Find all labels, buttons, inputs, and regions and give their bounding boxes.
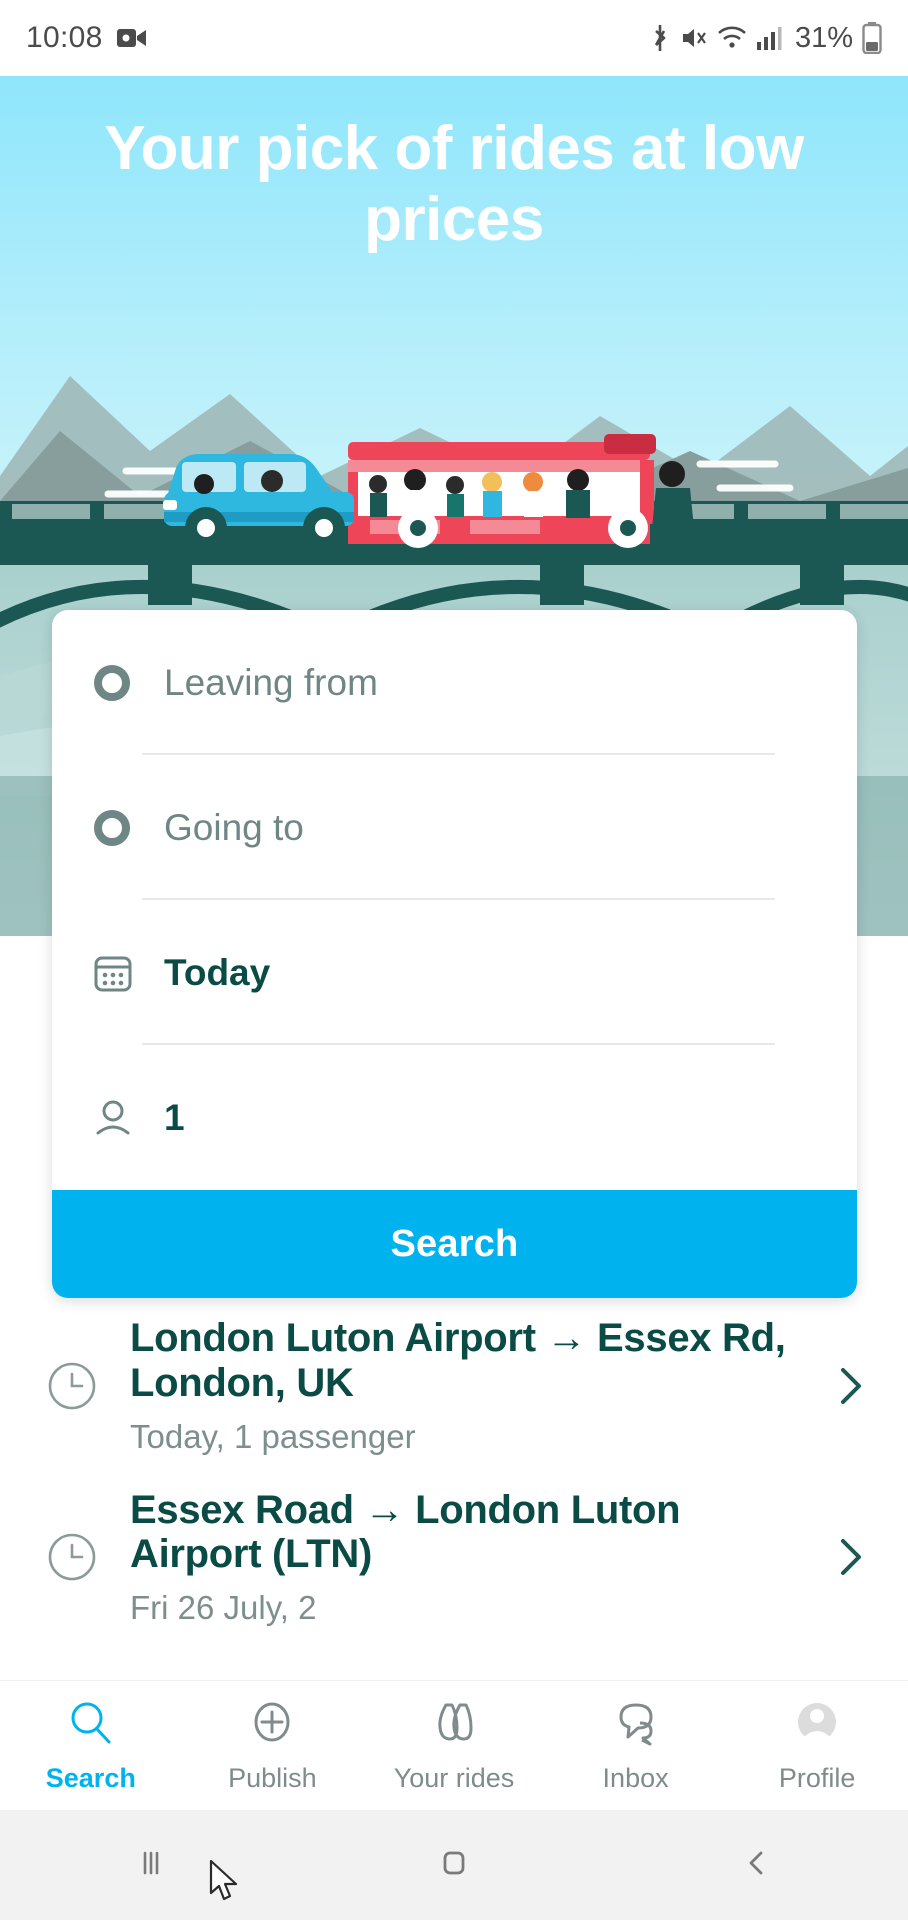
nav-item-inbox[interactable]: Inbox <box>545 1697 727 1794</box>
home-square-icon <box>434 1843 474 1888</box>
passengers-field[interactable]: 1 <box>52 1045 857 1190</box>
clock-icon <box>36 1359 108 1413</box>
list-item[interactable]: Essex Road → London Luton Airport (LTN) … <box>0 1472 908 1644</box>
recent-searches-list: London Luton Airport → Essex Rd, London,… <box>0 1300 908 1643</box>
calendar-icon <box>90 950 142 996</box>
nav-label: Publish <box>228 1763 317 1793</box>
circle-outline-icon <box>90 806 142 850</box>
battery-icon <box>862 22 882 54</box>
nav-item-profile[interactable]: Profile <box>726 1697 908 1794</box>
status-bar: 10:08 31% <box>0 0 908 76</box>
going-to-input[interactable]: Going to <box>164 807 304 849</box>
mute-icon <box>680 24 708 52</box>
person-icon <box>90 1095 142 1141</box>
plus-circle-icon <box>246 1697 298 1754</box>
back-chevron-icon <box>737 1843 777 1888</box>
rides-icon <box>426 1697 482 1754</box>
nav-label: Inbox <box>602 1763 669 1793</box>
going-to-field[interactable]: Going to <box>52 755 857 900</box>
battery-percent-label: 31% <box>794 21 853 54</box>
leaving-from-field[interactable]: Leaving from <box>52 610 857 755</box>
home-button[interactable] <box>303 1843 606 1888</box>
nav-item-search[interactable]: Search <box>0 1697 182 1794</box>
chevron-right-icon[interactable] <box>824 1362 878 1410</box>
nav-item-publish[interactable]: Publish <box>182 1697 364 1794</box>
search-button[interactable]: Search <box>52 1190 857 1298</box>
search-icon <box>65 1697 117 1754</box>
cellular-signal-icon <box>756 25 782 51</box>
circle-outline-icon <box>90 661 142 705</box>
nav-label: Profile <box>778 1763 856 1793</box>
video-recorder-icon <box>116 27 147 49</box>
bottom-navigation: Search Publish Your rides Inbox Profile <box>0 1680 908 1810</box>
app-screen: 10:08 31% Your pick of rides at low pric… <box>0 0 908 1920</box>
nav-item-your-rides[interactable]: Your rides <box>363 1697 545 1794</box>
chat-bubble-icon <box>610 1697 662 1754</box>
status-time: 10:08 <box>26 21 103 54</box>
date-value[interactable]: Today <box>164 952 270 994</box>
leaving-from-input[interactable]: Leaving from <box>164 662 378 704</box>
bluetooth-icon <box>649 23 671 53</box>
mouse-cursor <box>208 1859 242 1912</box>
avatar-icon <box>791 1697 843 1754</box>
recent-route-title: Essex Road → London Luton Airport (LTN) <box>130 1487 681 1577</box>
back-button[interactable] <box>605 1843 908 1888</box>
wifi-icon <box>717 25 747 51</box>
passengers-value[interactable]: 1 <box>164 1097 185 1139</box>
nav-label: Search <box>45 1763 136 1793</box>
recent-route-title: London Luton Airport → Essex Rd, London,… <box>130 1316 786 1405</box>
recents-button[interactable] <box>0 1843 303 1888</box>
bus-illustration <box>348 434 656 548</box>
list-item[interactable]: London Luton Airport → Essex Rd, London,… <box>0 1300 908 1472</box>
chevron-right-icon[interactable] <box>824 1533 878 1581</box>
recent-route-subtitle: Fri 26 July, 2 <box>130 1589 317 1627</box>
android-navigation-bar <box>0 1810 908 1920</box>
search-card: Leaving from Going to Today 1 Search <box>52 610 857 1298</box>
recents-icon <box>131 1843 171 1888</box>
page-title: Your pick of rides at low prices <box>104 114 804 254</box>
nav-label: Your rides <box>393 1763 515 1793</box>
date-field[interactable]: Today <box>52 900 857 1045</box>
recent-route-subtitle: Today, 1 passenger <box>130 1417 416 1455</box>
clock-icon <box>36 1530 108 1584</box>
